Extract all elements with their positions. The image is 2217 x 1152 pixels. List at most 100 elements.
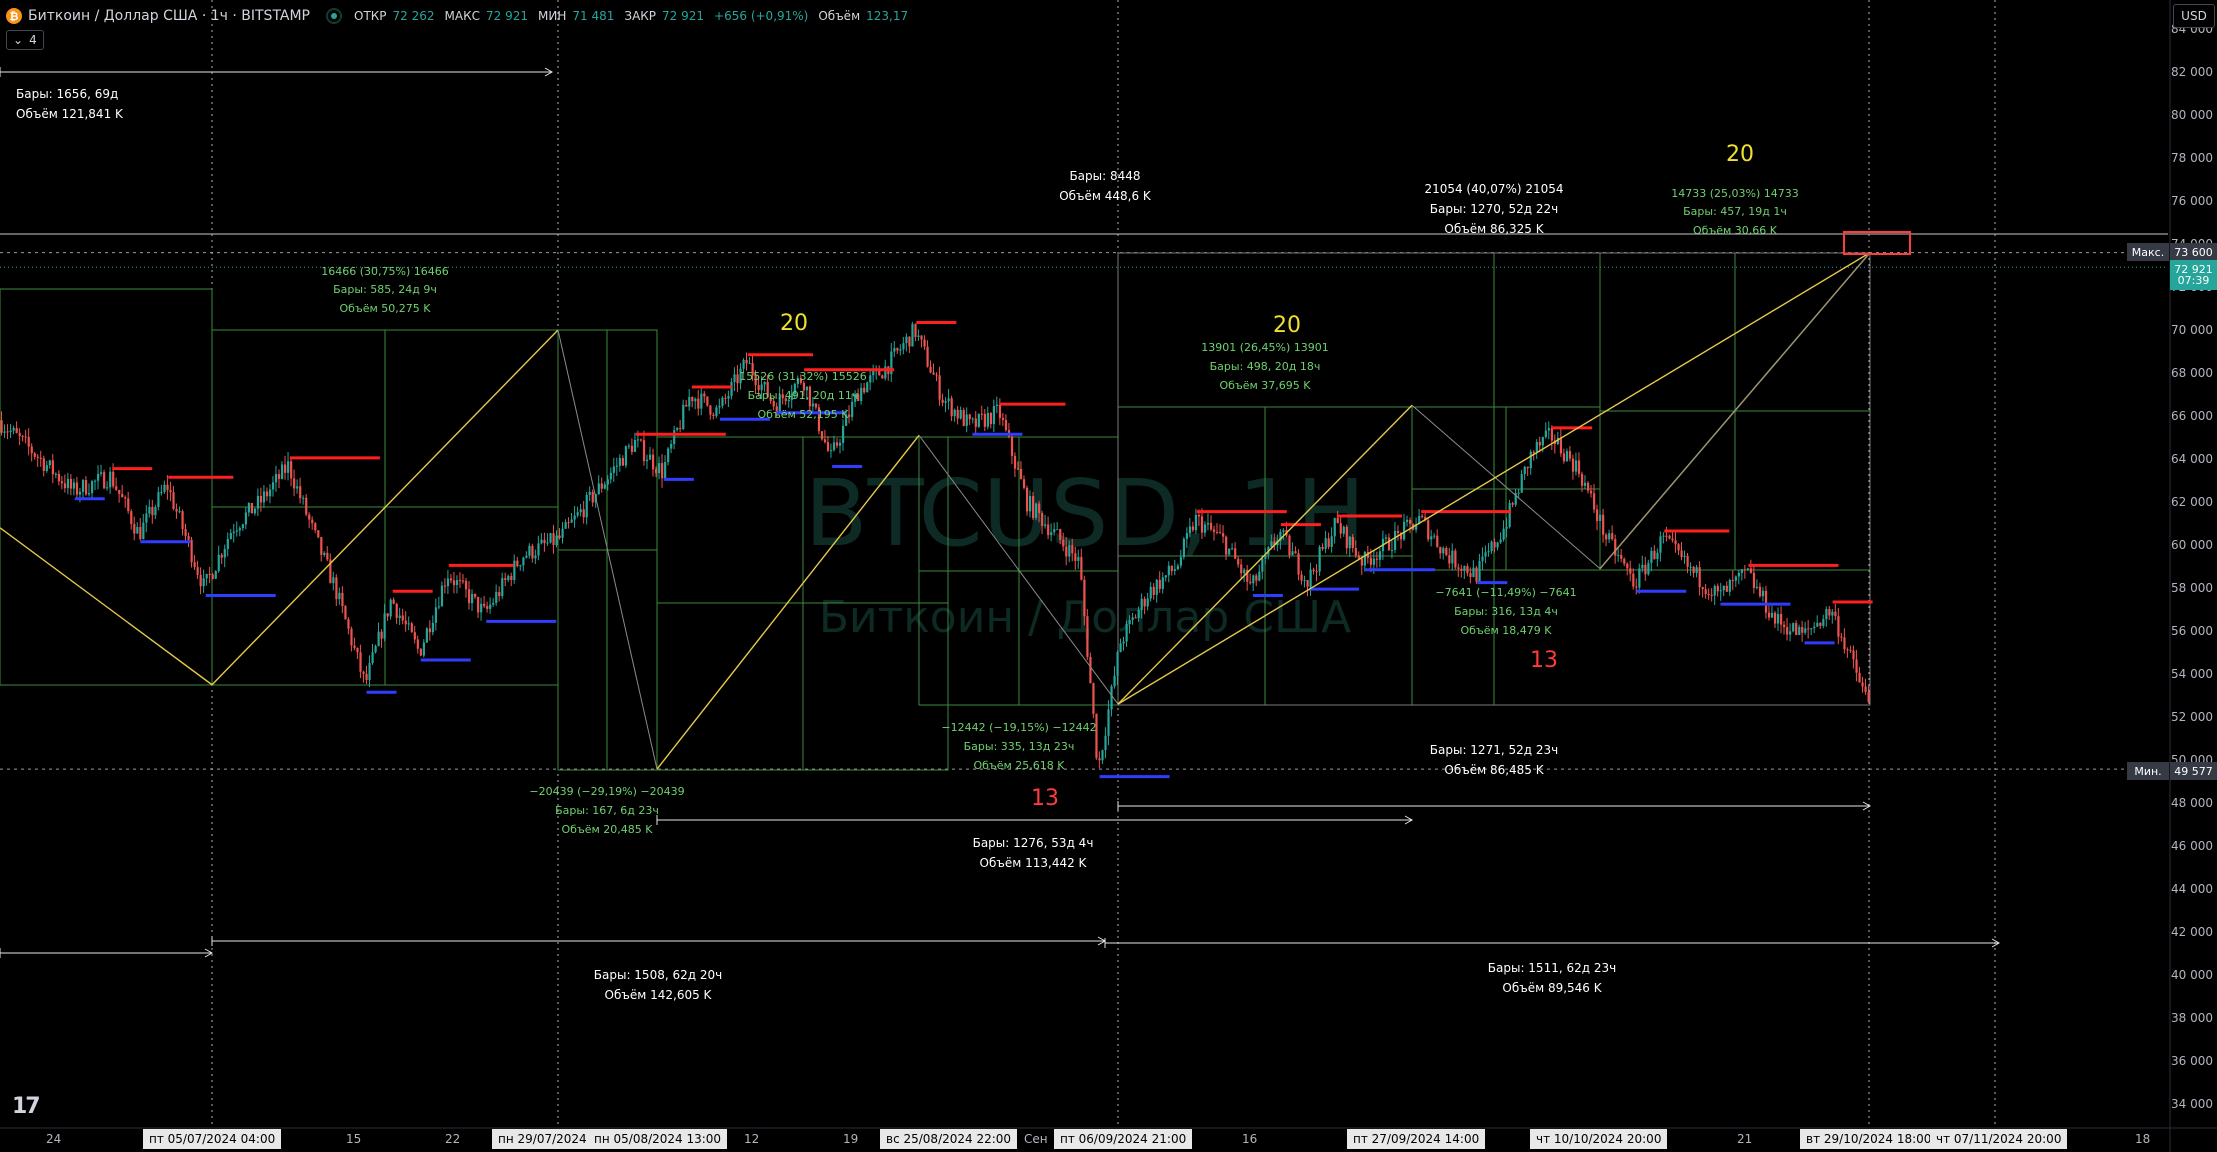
time-axis-label: 12 — [744, 1132, 760, 1146]
candle-body — [1608, 533, 1611, 540]
candle-body — [1384, 537, 1388, 539]
candle-body — [244, 512, 248, 525]
market-status-icon[interactable] — [326, 8, 343, 24]
candle-body — [1695, 567, 1698, 574]
range8-change: 14733 (25,03%) 14733 — [1671, 187, 1799, 200]
time-axis-marker-label: чт 07/11/2024 20:00 — [1930, 1129, 2068, 1149]
price-axis-tick: 46 000 — [2171, 839, 2213, 853]
candle-body — [290, 461, 293, 479]
candle-body — [1339, 523, 1342, 534]
candle-body — [516, 560, 519, 567]
candle-body — [1574, 460, 1578, 472]
candle-body — [205, 573, 208, 579]
candle-body — [380, 631, 383, 639]
price-chart[interactable]: BTCUSD, 1HБиткоин / Доллар СШАБары: 1656… — [0, 0, 2217, 1152]
candle-body — [633, 440, 637, 452]
candle-body — [386, 613, 389, 617]
price-axis-tick: 42 000 — [2171, 925, 2213, 939]
candle-body — [721, 397, 724, 406]
currency-button[interactable]: USD — [2173, 4, 2215, 28]
price-axis-tick: 80 000 — [2171, 108, 2213, 122]
candle-body — [1333, 517, 1336, 537]
candle-body — [474, 593, 477, 597]
candle-body — [1306, 580, 1309, 587]
time-axis-label: 19 — [843, 1132, 859, 1146]
open-value: 72 262 — [392, 9, 435, 23]
candle-body — [1194, 514, 1198, 531]
candle-body — [1680, 550, 1683, 557]
candle-body — [1016, 468, 1020, 470]
price-axis-tick: 40 000 — [2171, 968, 2213, 982]
candle-body — [1487, 551, 1490, 553]
candle-body — [127, 498, 130, 512]
min-price-tag-label: Мин. — [2127, 762, 2169, 780]
candle-body — [1816, 622, 1819, 627]
candle-body — [1222, 533, 1225, 537]
candle-body — [115, 486, 118, 490]
candle-body — [1176, 565, 1179, 570]
candle-body — [971, 418, 974, 420]
candle-body — [60, 481, 64, 484]
candle-body — [344, 606, 347, 620]
price-axis-tick: 76 000 — [2171, 194, 2213, 208]
candle-body — [676, 428, 679, 431]
time-axis-label: 15 — [346, 1132, 362, 1146]
range6-change: 21054 (40,07%) 21054 — [1424, 182, 1563, 196]
candle-body — [75, 482, 79, 495]
candle-body — [57, 473, 61, 482]
symbol-title[interactable]: Биткоин / Доллар США · 1ч · BITSTAMP — [28, 8, 310, 24]
candle-body — [908, 336, 911, 347]
candle-body — [124, 497, 127, 499]
candle-body — [1677, 544, 1680, 551]
candle-body — [356, 647, 359, 653]
candle-body — [603, 484, 606, 489]
candle-body — [1149, 586, 1152, 599]
candle-body — [1387, 537, 1391, 551]
candle-body — [6, 431, 9, 433]
candle-body — [1089, 656, 1092, 684]
candle-body — [1611, 533, 1614, 540]
candle-body — [826, 442, 830, 451]
candle-body — [1231, 548, 1234, 550]
candle-body — [407, 623, 410, 625]
candle-body — [1671, 538, 1674, 541]
candle-body — [1813, 626, 1816, 629]
candle-body — [1719, 590, 1722, 592]
candle-body — [377, 631, 380, 647]
candle-body — [410, 623, 413, 633]
candle-body — [1502, 528, 1505, 540]
candle-body — [1025, 487, 1029, 512]
candle-body — [1659, 536, 1662, 553]
candle-body — [1068, 545, 1071, 557]
candle-body — [1644, 564, 1647, 575]
lower-right-bars: Бары: 1511, 62д 23ч — [1488, 961, 1616, 975]
candle-body — [359, 652, 362, 672]
candle-body — [217, 554, 220, 571]
candle-body — [323, 552, 326, 555]
candle-body — [492, 602, 495, 605]
candle-body — [1038, 503, 1041, 514]
candle-body — [730, 382, 733, 396]
candle-body — [522, 557, 525, 566]
candle-body — [1439, 546, 1442, 554]
candle-body — [1243, 569, 1246, 574]
candle-body — [27, 437, 30, 447]
candle-body — [624, 446, 628, 466]
candle-body — [914, 323, 917, 337]
mid-top-volume: Объём 448,6 K — [1059, 189, 1152, 203]
candle-body — [842, 425, 845, 443]
tradingview-logo-icon[interactable]: 17 — [12, 1094, 41, 1119]
candle-body — [1179, 557, 1183, 566]
price-axis-tick: 78 000 — [2171, 151, 2213, 165]
candle-body — [1152, 586, 1155, 595]
candle-body — [926, 346, 929, 367]
candle-body — [983, 413, 986, 427]
candle-body — [1704, 589, 1707, 595]
candle-body — [1116, 651, 1119, 676]
candle-body — [618, 458, 622, 466]
candle-body — [398, 615, 401, 618]
candle-body — [823, 439, 827, 443]
range5-change: 13901 (26,45%) 13901 — [1201, 341, 1329, 354]
indicators-toggle-button[interactable]: ⌄ 4 — [6, 30, 44, 50]
candle-body — [881, 375, 884, 379]
